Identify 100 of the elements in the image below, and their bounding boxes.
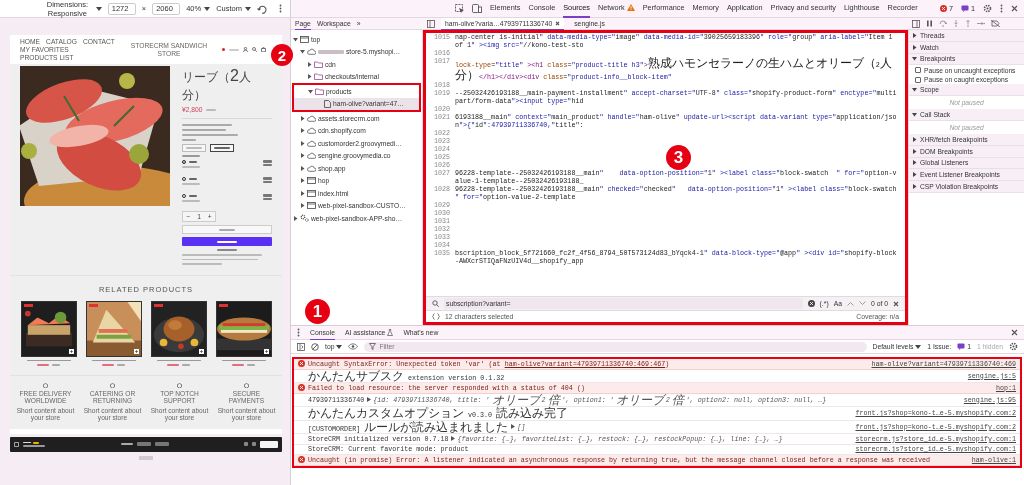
collapsed-arrow-icon[interactable] <box>300 203 305 209</box>
expand-arrow-icon[interactable] <box>511 424 516 430</box>
box-icon <box>43 382 48 388</box>
option-button[interactable] <box>210 144 234 152</box>
callout-number: 3 <box>666 145 691 170</box>
flask-icon <box>387 328 394 336</box>
sidebar-toggle-icon[interactable] <box>427 19 435 28</box>
sale-badge <box>88 303 98 307</box>
checkbox[interactable] <box>915 76 921 83</box>
inspect-icon[interactable] <box>455 4 464 13</box>
filter-icon <box>369 343 377 350</box>
more-icon[interactable] <box>279 4 282 13</box>
issue-icon <box>960 5 969 12</box>
bag-icon[interactable] <box>261 47 266 52</box>
box-icon <box>110 382 115 388</box>
collapsed-arrow-icon[interactable] <box>300 115 305 121</box>
collapsed-arrow-icon[interactable] <box>912 184 917 190</box>
search-icon[interactable] <box>252 47 257 52</box>
frame-icon <box>300 35 309 43</box>
clear-console-icon[interactable] <box>311 342 319 351</box>
collapsed-arrow-icon[interactable] <box>912 160 917 166</box>
collapsed-arrow-icon[interactable] <box>912 148 917 154</box>
cloud-icon <box>307 48 316 56</box>
buy-theme-button[interactable] <box>260 440 278 448</box>
expanded-arrow-icon[interactable] <box>293 36 298 42</box>
collapsed-arrow-icon[interactable] <box>912 32 917 38</box>
blurred-text <box>217 240 237 243</box>
pause-icon[interactable] <box>926 20 933 27</box>
caret-icon <box>915 344 922 349</box>
close-icon[interactable] <box>1011 5 1018 12</box>
plus-icon[interactable] <box>198 348 204 354</box>
blurred-text <box>154 442 169 446</box>
gears-icon <box>300 214 309 223</box>
checkbox[interactable] <box>915 67 921 74</box>
clear-icon[interactable] <box>807 300 815 307</box>
sale-badge <box>23 303 33 307</box>
collapsed-arrow-icon[interactable] <box>300 178 305 184</box>
frame-icon <box>307 202 316 210</box>
close-icon[interactable] <box>555 20 561 26</box>
expanded-arrow-icon[interactable] <box>912 112 917 118</box>
expand-arrow-icon[interactable] <box>451 436 456 442</box>
settings-icon[interactable] <box>1009 342 1018 351</box>
collapsed-arrow-icon[interactable] <box>307 74 312 80</box>
resize-handle-icon[interactable] <box>139 455 153 460</box>
file-icon <box>324 99 331 108</box>
redacted-text <box>318 49 344 54</box>
error-icon <box>298 456 305 464</box>
sidebar-toggle-icon[interactable] <box>912 19 920 28</box>
device-icon[interactable] <box>472 4 482 13</box>
caret-icon <box>95 6 102 11</box>
error-icon <box>939 5 947 12</box>
frame-icon <box>307 177 316 185</box>
more-icon[interactable] <box>297 328 300 337</box>
sale-badge <box>153 303 163 307</box>
flag-icon <box>222 48 225 51</box>
more-icon[interactable] <box>1000 4 1003 13</box>
collapsed-arrow-icon[interactable] <box>300 165 305 171</box>
box-icon <box>177 382 182 388</box>
collapsed-arrow-icon[interactable] <box>300 190 305 196</box>
close-icon[interactable] <box>1011 329 1018 336</box>
error-icon <box>298 360 305 368</box>
bag-icon <box>14 441 19 447</box>
issue-icon <box>957 343 966 350</box>
sale-badge <box>218 303 228 307</box>
collapsed-arrow-icon[interactable] <box>293 215 298 221</box>
box-icon <box>244 382 249 388</box>
collapsed-arrow-icon[interactable] <box>912 44 917 50</box>
caret-icon <box>204 6 211 11</box>
close-icon[interactable] <box>893 300 899 307</box>
expanded-arrow-icon[interactable] <box>912 56 917 62</box>
frame-icon <box>307 189 316 197</box>
expanded-arrow-icon[interactable] <box>300 49 305 55</box>
caret-icon <box>336 344 343 349</box>
plus-icon[interactable] <box>68 348 74 354</box>
radio-button[interactable] <box>182 160 186 164</box>
expanded-arrow-icon[interactable] <box>308 88 313 94</box>
caret-icon <box>245 6 251 11</box>
collapsed-arrow-icon[interactable] <box>300 153 305 159</box>
rotate-icon[interactable] <box>257 3 267 14</box>
collapsed-arrow-icon[interactable] <box>300 140 305 146</box>
error-icon <box>298 384 305 392</box>
blurred-text <box>219 228 235 231</box>
product-title: リーブ（2人分） <box>182 67 252 103</box>
expand-arrow-icon[interactable] <box>367 397 372 403</box>
plus-icon[interactable] <box>263 348 269 354</box>
collapsed-arrow-icon[interactable] <box>300 128 305 134</box>
settings-icon[interactable] <box>983 4 992 13</box>
user-icon[interactable] <box>243 47 248 52</box>
deactivate-breakpoints-icon[interactable] <box>991 20 1000 27</box>
expanded-arrow-icon[interactable] <box>912 87 917 93</box>
pretty-print-icon[interactable] <box>432 313 440 320</box>
collapsed-arrow-icon[interactable] <box>912 172 917 178</box>
search-icon <box>432 300 439 307</box>
shop-pay-button[interactable] <box>182 237 272 246</box>
eye-icon[interactable] <box>348 343 359 350</box>
plus-icon[interactable] <box>133 348 139 354</box>
collapsed-arrow-icon[interactable] <box>912 136 917 142</box>
collapsed-arrow-icon[interactable] <box>307 61 312 67</box>
sidebar-toggle-icon[interactable] <box>297 342 305 351</box>
blurred-text <box>136 442 151 446</box>
